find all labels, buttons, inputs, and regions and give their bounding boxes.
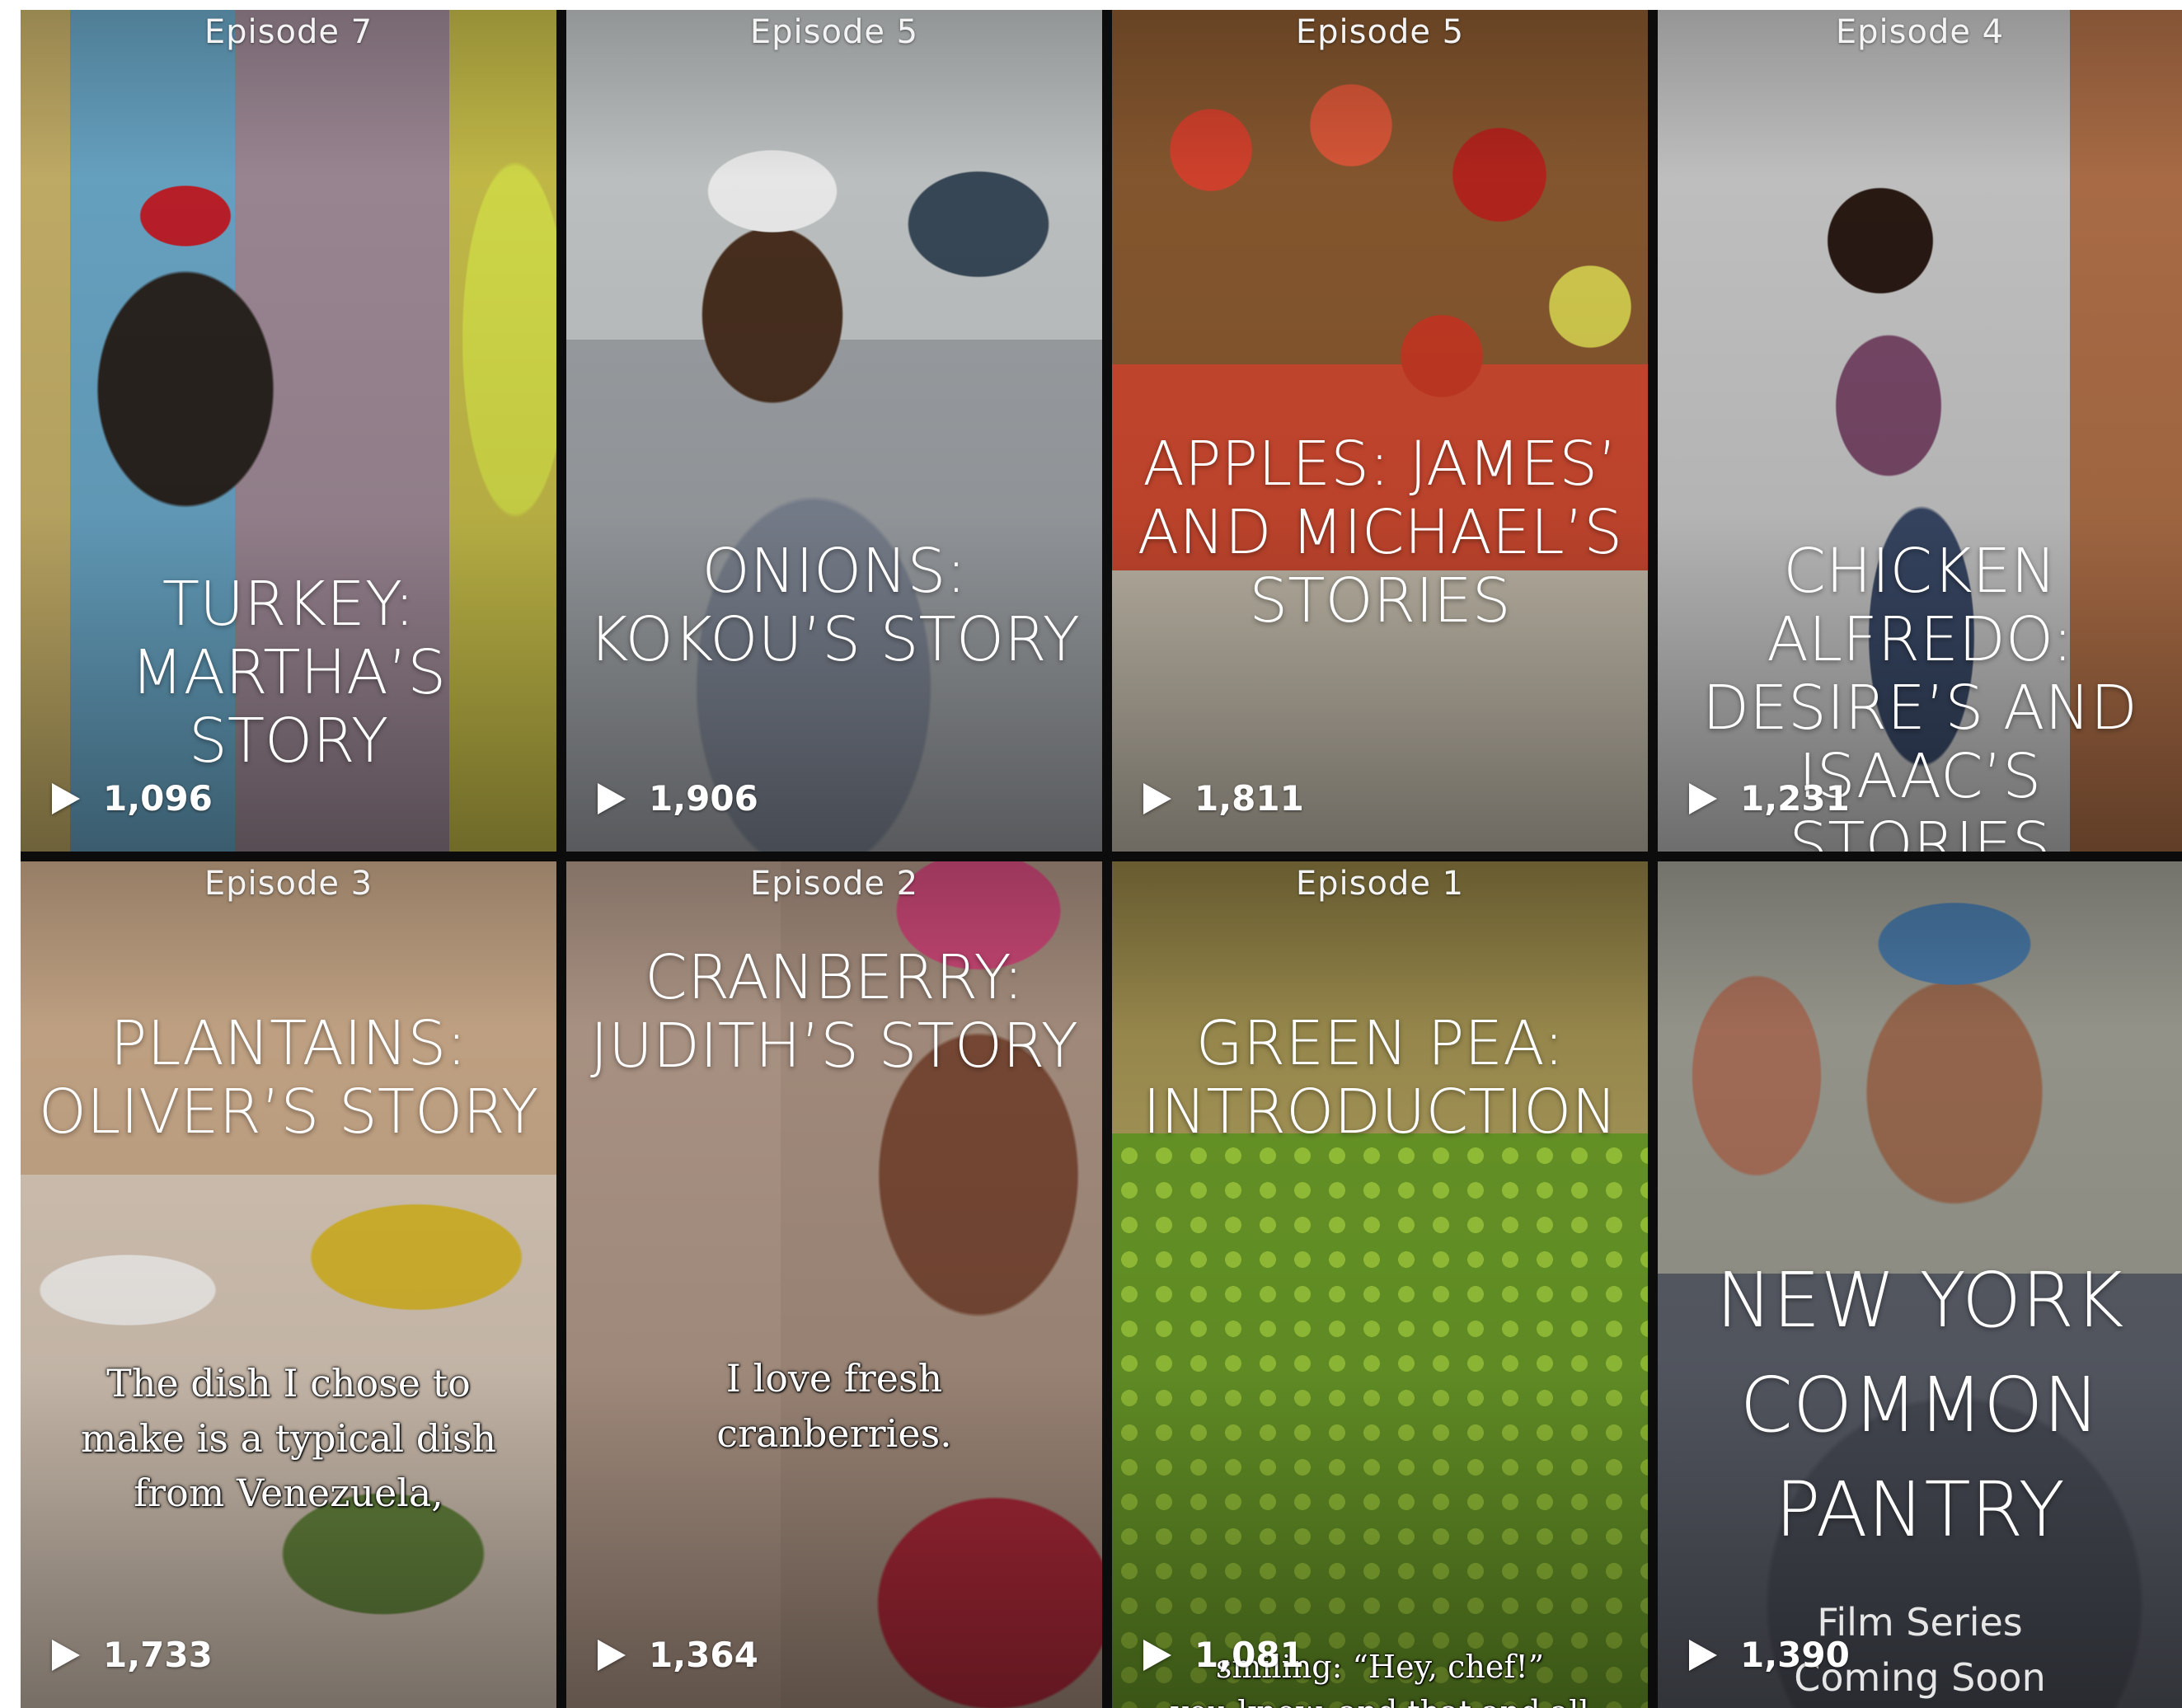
episode-title: GREEN PEA: INTRODUCTION — [1119, 1010, 1641, 1147]
view-count: 1,390 — [1689, 1635, 1850, 1675]
episode-grid: Episode 7 TURKEY: MARTHA’S STORY 1,096 E… — [21, 10, 2182, 1708]
caption-line: The dish I chose to — [106, 1361, 471, 1405]
view-count: 1,811 — [1143, 778, 1304, 819]
subtitle-caption: I love fresh cranberries. — [591, 1351, 1077, 1461]
title-line: CRANBERRY: — [645, 942, 1024, 1013]
play-icon — [598, 1639, 626, 1671]
view-count: 1,081 — [1143, 1635, 1304, 1675]
episode-tile-apples[interactable]: Episode 5 APPLES: JAMES’ AND MICHAEL’S S… — [1112, 10, 1648, 852]
title-line: OLIVER’S STORY — [38, 1076, 539, 1147]
episode-title: ONIONS: KOKOU’S STORY — [573, 537, 1096, 674]
title-line: AND MICHAEL’S — [1137, 496, 1623, 568]
episode-title: PLANTAINS: OLIVER’S STORY — [27, 1010, 550, 1147]
thumbnail-shade — [21, 861, 556, 1708]
play-icon — [52, 782, 80, 814]
caption-line: you know, and that and all that — [1137, 1690, 1623, 1708]
view-count: 1,096 — [52, 778, 213, 819]
subtitle-caption: The dish I chose to make is a typical di… — [45, 1356, 532, 1521]
view-count-value: 1,906 — [649, 778, 758, 819]
view-count: 1,231 — [1689, 778, 1850, 819]
view-count: 1,733 — [52, 1635, 213, 1675]
title-line: ONIONS: — [702, 536, 967, 607]
episode-title: APPLES: JAMES’ AND MICHAEL’S STORIES — [1119, 430, 1641, 636]
play-icon — [1143, 1639, 1171, 1671]
episode-tile-onions[interactable]: Episode 5 ONIONS: KOKOU’S STORY 1,906 — [566, 10, 1102, 852]
caption-line: make is a typical dish — [80, 1415, 497, 1461]
title-line: JUDITH’S STORY — [590, 1010, 1078, 1082]
title-line: STORIES — [1249, 565, 1511, 636]
caption-line: cranberries. — [716, 1410, 952, 1456]
title-line: COMMON — [1739, 1360, 2100, 1449]
caption-line: I love fresh — [725, 1356, 943, 1401]
title-line: CHICKEN — [1783, 536, 2057, 607]
title-line: KOKOU’S STORY — [589, 603, 1080, 675]
title-line: NEW YORK — [1715, 1256, 2124, 1344]
view-count-value: 1,811 — [1194, 778, 1304, 819]
episode-number: Episode 7 — [204, 13, 373, 51]
title-line: DESIRE’S AND — [1702, 672, 2137, 744]
title-line: GREEN PEA: — [1195, 1008, 1565, 1079]
episode-title: TURKEY: MARTHA’S STORY — [27, 570, 550, 776]
episode-number: Episode 3 — [204, 865, 373, 903]
view-count-value: 1,096 — [103, 778, 213, 819]
play-icon — [1143, 782, 1171, 814]
episode-number: Episode 2 — [749, 865, 919, 903]
title-line: INTRODUCTION — [1143, 1076, 1617, 1147]
episode-tile-plantains[interactable]: Episode 3 PLANTAINS: OLIVER’S STORY The … — [21, 861, 556, 1708]
play-icon — [598, 782, 626, 814]
play-icon — [1689, 1639, 1717, 1671]
series-title: NEW YORK COMMON PANTRY — [1664, 1249, 2175, 1563]
caption-line: from Venezuela, — [134, 1471, 443, 1516]
view-count-value: 1,231 — [1740, 778, 1850, 819]
view-count-value: 1,733 — [103, 1635, 213, 1675]
title-line: MARTHA’S STORY — [130, 636, 447, 777]
episode-tile-green-pea[interactable]: Episode 1 GREEN PEA: INTRODUCTION smilin… — [1112, 861, 1648, 1708]
series-tile-new-york-common-pantry[interactable]: NEW YORK COMMON PANTRY Film Series Comin… — [1658, 861, 2182, 1708]
play-icon — [52, 1639, 80, 1671]
view-count-value: 1,081 — [1194, 1635, 1304, 1675]
title-line: PLANTAINS: — [110, 1008, 467, 1079]
view-count-value: 1,364 — [649, 1635, 758, 1675]
title-line: APPLES: JAMES’ — [1143, 429, 1617, 500]
play-icon — [1689, 782, 1717, 814]
view-count: 1,364 — [598, 1635, 758, 1675]
episode-number: Episode 1 — [1295, 865, 1465, 903]
episode-number: Episode 5 — [1295, 13, 1465, 51]
episode-tile-turkey[interactable]: Episode 7 TURKEY: MARTHA’S STORY 1,096 — [21, 10, 556, 852]
title-line: PANTRY — [1775, 1465, 2065, 1554]
episode-title: CRANBERRY: JUDITH’S STORY — [573, 944, 1096, 1081]
title-line: TURKEY: — [162, 569, 415, 640]
episode-number: Episode 5 — [749, 13, 919, 51]
episode-tile-cranberry[interactable]: Episode 2 CRANBERRY: JUDITH’S STORY I lo… — [566, 861, 1102, 1708]
episode-number: Episode 4 — [1835, 13, 2005, 51]
episode-tile-chicken-alfredo[interactable]: Episode 4 CHICKEN ALFREDO: DESIRE’S AND … — [1658, 10, 2182, 852]
title-line: ALFREDO: — [1767, 603, 2073, 675]
thumbnail-shade — [566, 10, 1102, 852]
view-count-value: 1,390 — [1740, 1635, 1850, 1675]
view-count: 1,906 — [598, 778, 758, 819]
thumbnail-shade — [1112, 861, 1648, 1708]
